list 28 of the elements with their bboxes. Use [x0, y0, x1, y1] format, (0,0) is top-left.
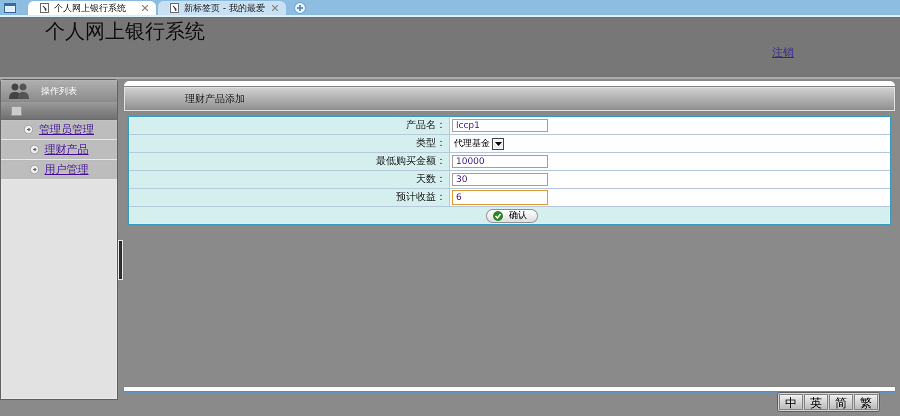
- new-tab-icon[interactable]: [294, 2, 306, 14]
- sidebar-title: 操作列表: [41, 86, 77, 98]
- input-field[interactable]: 6: [452, 190, 548, 205]
- close-icon[interactable]: [272, 5, 278, 11]
- arrow-icon: [30, 165, 38, 174]
- page-icon: [40, 3, 49, 13]
- browser-tab[interactable]: 新标签页 - 我的最爱: [158, 1, 286, 15]
- arrow-icon: [24, 125, 33, 134]
- arrow-icon: [30, 145, 38, 154]
- input-field[interactable]: 10000: [452, 155, 548, 168]
- ime-key[interactable]: 英: [804, 394, 828, 410]
- ime-key[interactable]: 简: [829, 394, 853, 410]
- site-title: 个人网上银行系统: [44, 20, 205, 45]
- window-icon[interactable]: [4, 3, 16, 13]
- browser-tab[interactable]: 个人网上银行系统: [28, 1, 156, 15]
- users-icon: [9, 83, 29, 99]
- splitter-handle[interactable]: [118, 240, 123, 280]
- input-field[interactable]: 30: [452, 173, 548, 186]
- page-icon: [170, 3, 179, 13]
- ime-key[interactable]: 中: [779, 394, 803, 410]
- ime-key[interactable]: 繁: [854, 394, 878, 410]
- input-field[interactable]: lccp1: [452, 119, 548, 132]
- close-icon[interactable]: [142, 5, 148, 11]
- panel-header: 理财产品添加: [124, 87, 895, 111]
- caret-icon: [494, 142, 502, 146]
- confirm-button[interactable]: 确认: [486, 208, 538, 222]
- type-dropdown[interactable]: 代理基金: [452, 137, 504, 150]
- check-icon: [493, 210, 503, 220]
